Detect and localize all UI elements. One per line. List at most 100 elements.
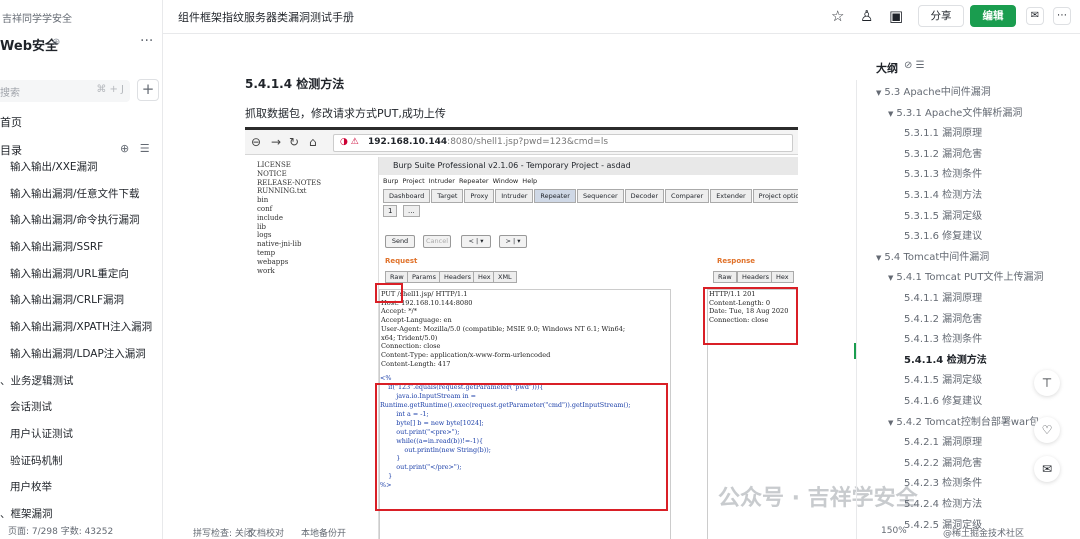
burp-title: Burp Suite Professional v2.1.06 - Tempor… bbox=[379, 157, 798, 175]
back-to-top-button[interactable]: ⊤ bbox=[1034, 370, 1060, 396]
request-line: Connection: close bbox=[381, 342, 441, 351]
more-icon[interactable]: ··· bbox=[140, 33, 153, 49]
outline-item[interactable]: 5.4.1.1 漏洞原理 bbox=[904, 289, 982, 304]
team-name[interactable]: 吉祥同学学安全 bbox=[2, 10, 72, 25]
sidebar-item-home[interactable]: 首页 bbox=[0, 114, 22, 130]
outline-item-label: 5.3.1.6 修复建议 bbox=[904, 231, 983, 243]
sidebar-item[interactable]: 用户认证测试 bbox=[0, 421, 162, 448]
outline-item-label: 5.4.2.1 漏洞原理 bbox=[904, 437, 983, 449]
outline-item[interactable]: 5.4.1.5 漏洞定级 bbox=[904, 371, 982, 386]
url-host: 192.168.10.144 bbox=[368, 137, 448, 147]
present-icon[interactable]: ▣ bbox=[889, 7, 903, 25]
status-community: @稀土掘金技术社区 bbox=[943, 529, 1025, 539]
outline-item[interactable]: 5.4.1.6 修复建议 bbox=[904, 392, 982, 407]
outline-item[interactable]: ▼ 5.4.2 Tomcat控制台部署war包 bbox=[888, 413, 1039, 428]
status-bar: 拼写检查: 关闭 文档校对 本地备份开 150% @稀土掘金技术社区 bbox=[163, 524, 1080, 539]
outline-item[interactable]: 5.4.2.4 检测方法 bbox=[904, 495, 982, 510]
doc-title[interactable]: 组件框架指纹服务器类漏洞测试手册 bbox=[178, 9, 354, 25]
file-entry: include bbox=[257, 213, 284, 222]
outline-item-label: 5.3.1.1 漏洞原理 bbox=[904, 128, 983, 140]
comment-icon[interactable]: ✉ bbox=[1026, 7, 1044, 25]
file-listing: LICENSE NOTICE RELEASE-NOTES RUNNING.txt bin… bbox=[257, 161, 321, 275]
prev-button: < | ▾ bbox=[461, 235, 491, 248]
outline-item[interactable]: 5.4.1.2 漏洞危害 bbox=[904, 310, 982, 325]
request-tab: Headers bbox=[439, 271, 477, 283]
file-entry: webapps bbox=[257, 257, 289, 266]
sidebar-item[interactable]: 输入输出漏洞/URL重定向 bbox=[0, 261, 162, 288]
add-button[interactable]: + bbox=[137, 79, 159, 101]
outline-item-label: 5.3.1.2 漏洞危害 bbox=[904, 148, 983, 160]
sidebar-item[interactable]: 输入输出漏洞/CRLF漏洞 bbox=[0, 287, 162, 314]
sidebar-item[interactable]: 会话测试 bbox=[0, 394, 162, 421]
outline-item-label: 5.4.1.6 修复建议 bbox=[904, 396, 983, 407]
outline-item-label: 5.4.2.4 检测方法 bbox=[904, 499, 983, 510]
outline-item[interactable]: 5.4.1.3 检测条件 bbox=[904, 330, 982, 345]
sidebar-item[interactable]: 输入输出漏洞/SSRF bbox=[0, 234, 162, 261]
status-backup[interactable]: 本地备份开 bbox=[301, 526, 346, 539]
status-zoom[interactable]: 150% bbox=[881, 526, 907, 536]
file-entry: RUNNING.txt bbox=[257, 187, 307, 196]
forward-icon: → bbox=[271, 135, 282, 149]
outline-item-label: 5.4.2 Tomcat控制台部署war包 bbox=[896, 416, 1040, 428]
like-button[interactable]: ♡ bbox=[1034, 417, 1060, 443]
collapse-triangle-icon[interactable]: ▼ bbox=[888, 419, 893, 427]
more-menu-icon[interactable]: ⋯ bbox=[1053, 7, 1071, 25]
space-title[interactable]: Web安全 bbox=[0, 35, 58, 54]
sidebar-item[interactable]: 用户枚举 bbox=[0, 474, 162, 501]
collapse-triangle-icon[interactable]: ▼ bbox=[876, 254, 881, 262]
sidebar-item[interactable]: 输入输出漏洞/XPATH注入漏洞 bbox=[0, 314, 162, 341]
comments-button[interactable]: ✉ bbox=[1034, 456, 1060, 482]
burp-tab: Comparer bbox=[665, 189, 710, 203]
outline-item-label: 5.3.1 Apache文件解析漏洞 bbox=[896, 107, 1023, 119]
outline-item-label: 5.4.2.3 检测条件 bbox=[904, 478, 983, 490]
outline-item[interactable]: 5.3.1.4 检测方法 bbox=[904, 186, 982, 201]
sidebar-item[interactable]: 输入输出漏洞/命令执行漏洞 bbox=[0, 207, 162, 234]
outline-item[interactable]: ▼ 5.4.1 Tomcat PUT文件上传漏洞 bbox=[888, 268, 1043, 283]
status-spell[interactable]: 拼写检查: 关闭 bbox=[193, 526, 253, 539]
outline-item-label: 5.4.1 Tomcat PUT文件上传漏洞 bbox=[896, 272, 1044, 284]
search-shortcut: ⌘ + J bbox=[96, 84, 124, 95]
outline-item-label: 5.4.1.4 检测方法 bbox=[904, 354, 987, 366]
outline-item[interactable]: 5.3.1.3 检测条件 bbox=[904, 165, 982, 180]
outline-item[interactable]: 5.4.2.1 漏洞原理 bbox=[904, 433, 982, 448]
url-text: 192.168.10.144:8080/shell1.jsp?pwd=123&c… bbox=[368, 137, 608, 147]
outline-item[interactable]: 5.3.1.2 漏洞危害 bbox=[904, 145, 982, 160]
star-icon[interactable]: ☆ bbox=[831, 7, 844, 25]
search-input[interactable]: 搜索 ⌘ + J bbox=[0, 80, 130, 102]
sidebar-item[interactable]: 、业务逻辑测试 bbox=[0, 368, 162, 395]
sidebar-item[interactable]: 输入输出漏洞/LDAP注入漏洞 bbox=[0, 341, 162, 368]
edit-button[interactable]: 编辑 bbox=[970, 5, 1016, 27]
collapse-triangle-icon[interactable]: ▼ bbox=[888, 110, 893, 118]
outline-item[interactable]: 5.4.2.2 漏洞危害 bbox=[904, 454, 982, 469]
outline-item[interactable]: ▼ 5.3.1 Apache文件解析漏洞 bbox=[888, 104, 1022, 119]
outline-item[interactable]: 5.4.1.4 检测方法 bbox=[904, 351, 987, 366]
add-collaborator-icon[interactable]: ♙ bbox=[860, 7, 873, 25]
collapse-triangle-icon[interactable]: ▼ bbox=[876, 89, 881, 97]
outline-item-label: 5.4.1.5 漏洞定级 bbox=[904, 375, 983, 387]
sidebar-item[interactable]: 验证码机制 bbox=[0, 448, 162, 475]
file-entry: lib bbox=[257, 222, 266, 231]
response-tab: Hex bbox=[771, 271, 794, 283]
outline-item[interactable]: ▼ 5.3 Apache中间件漏洞 bbox=[876, 83, 991, 98]
status-proof[interactable]: 文档校对 bbox=[248, 526, 284, 539]
share-button[interactable]: 分享 bbox=[918, 5, 964, 27]
outline-item[interactable]: 5.3.1.6 修复建议 bbox=[904, 227, 982, 242]
sidebar-item[interactable]: 输入输出/XXE漏洞 bbox=[0, 154, 162, 181]
address-bar: ◑ ⚠ 192.168.10.144:8080/shell1.jsp?pwd=1… bbox=[333, 134, 793, 152]
outline-item[interactable]: 5.4.2.3 检测条件 bbox=[904, 474, 982, 489]
space-settings-icon[interactable]: ⊕ bbox=[52, 37, 60, 48]
permission-icon[interactable]: ⊕ bbox=[346, 10, 354, 20]
security-icon: ◑ ⚠ bbox=[340, 137, 359, 147]
search-placeholder: 搜索 bbox=[0, 88, 20, 99]
collapse-triangle-icon[interactable]: ▼ bbox=[888, 274, 893, 282]
back-icon: ⊖ bbox=[251, 135, 262, 149]
sidebar-item[interactable]: 输入输出漏洞/任意文件下载 bbox=[0, 181, 162, 208]
hide-icon[interactable]: ⊘ bbox=[904, 60, 912, 71]
burp-tab: Project options bbox=[752, 189, 798, 203]
outline-item[interactable]: 5.3.1.5 漏洞定级 bbox=[904, 207, 982, 222]
outline-list-icon[interactable]: ☰ bbox=[916, 60, 925, 71]
outline-item[interactable]: ▼ 5.4 Tomcat中间件漏洞 bbox=[876, 248, 989, 263]
request-line: Accept: */* bbox=[381, 307, 418, 316]
embedded-screenshot[interactable]: ⊖ → ↻ ⌂ ◑ ⚠ 192.168.10.144:8080/shell1.j… bbox=[245, 127, 798, 539]
outline-item[interactable]: 5.3.1.1 漏洞原理 bbox=[904, 124, 982, 139]
